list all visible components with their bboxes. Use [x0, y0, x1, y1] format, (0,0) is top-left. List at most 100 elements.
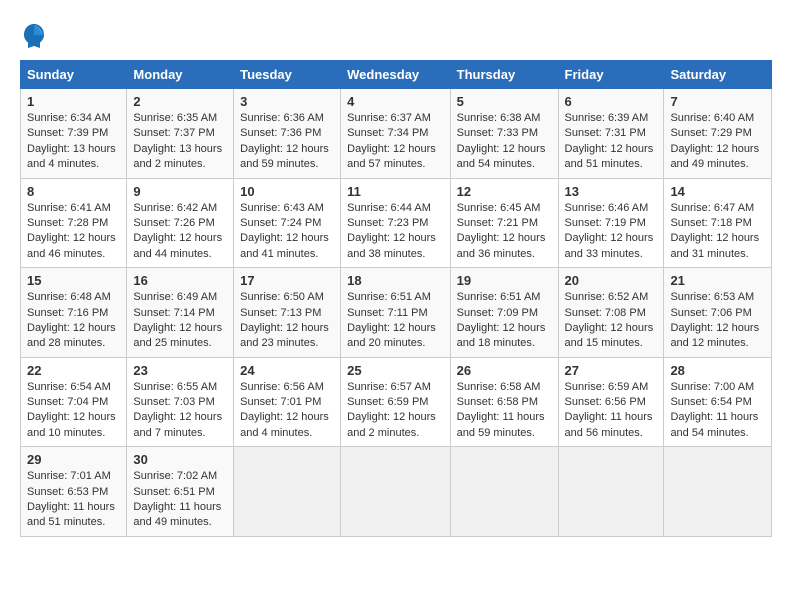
- day-number: 10: [240, 184, 334, 199]
- day-number: 9: [133, 184, 227, 199]
- cell-line: Sunrise: 6:40 AM: [670, 112, 754, 124]
- cell-text: Sunrise: 6:43 AMSunset: 7:24 PMDaylight:…: [240, 201, 334, 263]
- day-number: 29: [27, 452, 120, 467]
- calendar-cell: 6Sunrise: 6:39 AMSunset: 7:31 PMDaylight…: [558, 89, 664, 179]
- cell-line: Sunset: 7:24 PM: [240, 217, 321, 229]
- cell-line: and 38 minutes.: [347, 248, 425, 260]
- calendar-cell: 4Sunrise: 6:37 AMSunset: 7:34 PMDaylight…: [341, 89, 451, 179]
- cell-text: Sunrise: 6:35 AMSunset: 7:37 PMDaylight:…: [133, 111, 227, 173]
- calendar-cell: 14Sunrise: 6:47 AMSunset: 7:18 PMDayligh…: [664, 178, 772, 268]
- cell-text: Sunrise: 6:56 AM Sunset: 7:01 PM Daylight:…: [240, 380, 334, 442]
- cell-line: Sunrise: 6:39 AM: [565, 112, 649, 124]
- cell-line: Daylight: 12 hours: [240, 143, 329, 155]
- calendar-header-row: SundayMondayTuesdayWednesdayThursdayFrid…: [21, 61, 772, 89]
- cell-line: Sunrise: 7:02 AM: [133, 470, 217, 482]
- cell-line: Sunset: 6:54 PM: [670, 396, 751, 408]
- cell-line: Sunset: 7:29 PM: [670, 127, 751, 139]
- cell-text: Sunrise: 6:50 AMSunset: 7:13 PMDaylight:…: [240, 290, 334, 352]
- cell-line: Daylight: 12 hours: [565, 232, 654, 244]
- cell-line: Sunset: 6:58 PM: [457, 396, 538, 408]
- day-number: 14: [670, 184, 765, 199]
- header-cell-thursday: Thursday: [450, 61, 558, 89]
- cell-line: Sunset: 7:34 PM: [347, 127, 428, 139]
- cell-text: Sunrise: 6:44 AMSunset: 7:23 PMDaylight:…: [347, 201, 444, 263]
- cell-line: Sunrise: 6:43 AM: [240, 202, 324, 214]
- calendar-cell: 28Sunrise: 7:00 AMSunset: 6:54 PMDayligh…: [664, 357, 772, 447]
- calendar-cell: 24Sunrise: 6:56 AMSunset: 7:01 PMDayligh…: [234, 357, 341, 447]
- cell-line: and 54 minutes.: [670, 427, 748, 439]
- cell-text: Sunrise: 6:55 AMSunset: 7:03 PMDaylight:…: [133, 380, 227, 442]
- cell-text: Sunrise: 7:01 AMSunset: 6:53 PMDaylight:…: [27, 469, 120, 531]
- cell-line: and 23 minutes.: [240, 337, 318, 349]
- cell-line: Sunset: 7:04 PM: [27, 396, 108, 408]
- day-number: 6: [565, 94, 658, 109]
- cell-line: Daylight: 11 hours: [565, 411, 653, 423]
- cell-text: Sunrise: 7:00 AMSunset: 6:54 PMDaylight:…: [670, 380, 765, 442]
- cell-text: Sunrise: 6:38 AMSunset: 7:33 PMDaylight:…: [457, 111, 552, 173]
- cell-line: Sunset: 6:59 PM: [347, 396, 428, 408]
- calendar-cell: 22Sunrise: 6:54 AMSunset: 7:04 PMDayligh…: [21, 357, 127, 447]
- cell-line: Sunset: 7:16 PM: [27, 307, 108, 319]
- day-number: 5: [457, 94, 552, 109]
- header: [20, 18, 772, 50]
- cell-text: Sunrise: 6:41 AMSunset: 7:28 PMDaylight:…: [27, 201, 120, 263]
- cell-line: Sunrise: 6:51 AM: [457, 291, 541, 303]
- cell-line: Sunrise: 6:58 AM: [457, 381, 541, 393]
- cell-line: and 31 minutes.: [670, 248, 748, 260]
- cell-line: and 51 minutes.: [27, 516, 105, 528]
- cell-line: Sunrise: 7:00 AM: [670, 381, 754, 393]
- week-row-5: 29 Sunrise: 7:01 AMSunset: 6:53 PMDayligh…: [21, 447, 772, 537]
- cell-line: Sunset: 7:39 PM: [27, 127, 108, 139]
- calendar-cell: 25Sunrise: 6:57 AMSunset: 6:59 PMDayligh…: [341, 357, 451, 447]
- day-number: 27: [565, 363, 658, 378]
- cell-line: and 2 minutes.: [347, 427, 419, 439]
- cell-line: Sunrise: 7:01 AM: [27, 470, 111, 482]
- cell-line: Sunrise: 6:51 AM: [347, 291, 431, 303]
- cell-line: Daylight: 12 hours: [27, 322, 116, 334]
- cell-line: and 46 minutes.: [27, 248, 105, 260]
- calendar-cell: 29 Sunrise: 7:01 AMSunset: 6:53 PMDayligh…: [21, 447, 127, 537]
- cell-line: Sunrise: 6:37 AM: [347, 112, 431, 124]
- cell-line: Sunset: 7:06 PM: [670, 307, 751, 319]
- calendar-cell: 9Sunrise: 6:42 AMSunset: 7:26 PMDaylight…: [127, 178, 234, 268]
- cell-line: Sunrise: 6:56 AM: [240, 381, 324, 393]
- day-number: 15: [27, 273, 120, 288]
- cell-line: Sunrise: 6:57 AM: [347, 381, 431, 393]
- cell-line: Daylight: 12 hours: [133, 232, 222, 244]
- cell-text: Sunrise: 6:53 AM Sunset: 7:06 PM Daylight:…: [670, 290, 765, 352]
- cell-line: Sunrise: 6:45 AM: [457, 202, 541, 214]
- calendar-cell: 12Sunrise: 6:45 AMSunset: 7:21 PMDayligh…: [450, 178, 558, 268]
- cell-line: Daylight: 12 hours: [27, 232, 116, 244]
- header-cell-friday: Friday: [558, 61, 664, 89]
- header-cell-tuesday: Tuesday: [234, 61, 341, 89]
- header-cell-monday: Monday: [127, 61, 234, 89]
- cell-line: Daylight: 12 hours: [457, 143, 546, 155]
- cell-line: Sunset: 7:18 PM: [670, 217, 751, 229]
- cell-line: Daylight: 12 hours: [347, 232, 436, 244]
- cell-line: Daylight: 12 hours: [240, 411, 329, 423]
- day-number: 11: [347, 184, 444, 199]
- cell-line: and 10 minutes.: [27, 427, 105, 439]
- header-cell-saturday: Saturday: [664, 61, 772, 89]
- cell-line: and 20 minutes.: [347, 337, 425, 349]
- cell-line: Daylight: 12 hours: [670, 143, 759, 155]
- day-number: 4: [347, 94, 444, 109]
- cell-line: and 33 minutes.: [565, 248, 643, 260]
- calendar-table: SundayMondayTuesdayWednesdayThursdayFrid…: [20, 60, 772, 537]
- week-row-3: 15Sunrise: 6:48 AMSunset: 7:16 PMDayligh…: [21, 268, 772, 358]
- cell-text: Sunrise: 6:34 AMSunset: 7:39 PMDaylight:…: [27, 111, 120, 173]
- cell-line: Daylight: 12 hours: [347, 411, 436, 423]
- cell-line: Daylight: 12 hours: [670, 322, 759, 334]
- calendar-cell: 10Sunrise: 6:43 AMSunset: 7:24 PMDayligh…: [234, 178, 341, 268]
- cell-line: Sunset: 6:51 PM: [133, 486, 214, 498]
- cell-text: Sunrise: 7:02 AMSunset: 6:51 PMDaylight:…: [133, 469, 227, 531]
- cell-line: Daylight: 12 hours: [27, 411, 116, 423]
- cell-line: Daylight: 13 hours: [133, 143, 222, 155]
- calendar-cell: 3Sunrise: 6:36 AMSunset: 7:36 PMDaylight…: [234, 89, 341, 179]
- calendar-cell: 20Sunrise: 6:52 AMSunset: 7:08 PMDayligh…: [558, 268, 664, 358]
- cell-line: Sunset: 7:28 PM: [27, 217, 108, 229]
- cell-line: Sunset: 7:01 PM: [240, 396, 321, 408]
- cell-line: Sunrise: 6:53 AM: [670, 291, 754, 303]
- cell-text: Sunrise: 6:57 AM Sunset: 6:59 PM Daylight:…: [347, 380, 444, 442]
- day-number: 2: [133, 94, 227, 109]
